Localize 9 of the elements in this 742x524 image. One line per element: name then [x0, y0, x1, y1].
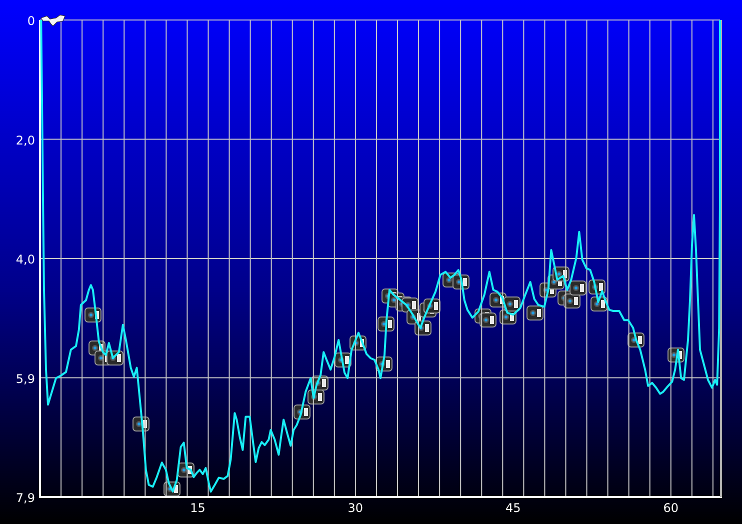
axis-label: 45	[506, 501, 521, 515]
axis-label: 60	[663, 501, 679, 515]
axis-label: 15	[190, 501, 206, 515]
axis-label: 30	[348, 501, 364, 515]
axis-label: 0	[27, 14, 35, 28]
axis-label: 7,9	[16, 491, 35, 505]
axis-label: 5,9	[16, 372, 35, 386]
axis-label: 4,0	[16, 252, 35, 266]
axis-label: 2,0	[16, 133, 35, 148]
